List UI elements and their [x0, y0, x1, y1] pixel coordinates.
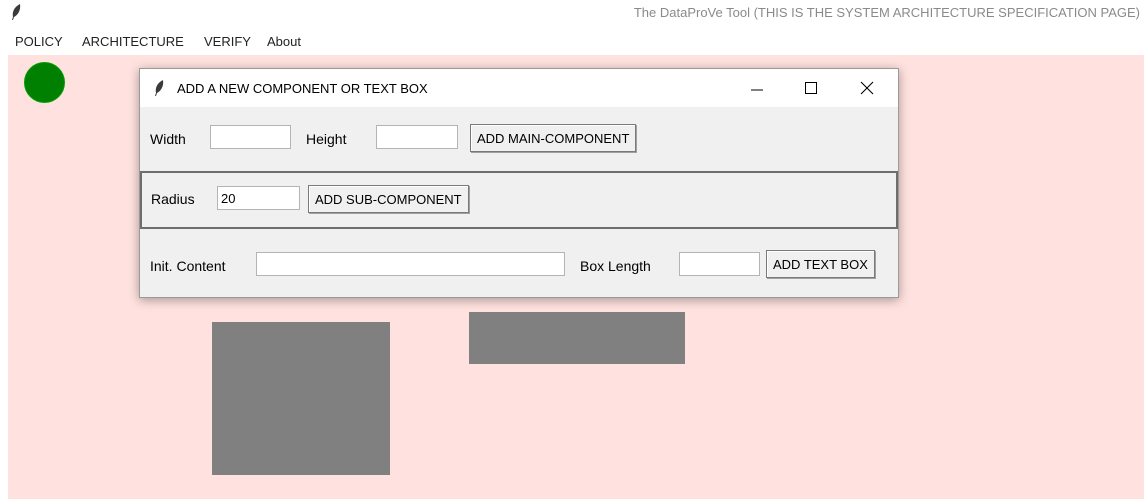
text-box-row: Init. Content Box Length ADD TEXT BOX — [140, 234, 898, 294]
radius-input[interactable] — [217, 186, 300, 210]
menu-policy[interactable]: POLICY — [15, 34, 63, 49]
add-sub-component-button[interactable]: ADD SUB-COMPONENT — [308, 185, 469, 213]
feather-icon — [155, 80, 164, 96]
width-input[interactable] — [210, 125, 291, 149]
maximize-button[interactable] — [788, 69, 834, 107]
app-titlebar: The DataProVe Tool (THIS IS THE SYSTEM A… — [0, 0, 1144, 30]
box-length-input[interactable] — [679, 252, 760, 276]
feather-icon — [12, 4, 21, 20]
main-component-box[interactable] — [212, 322, 390, 475]
minimize-icon — [751, 89, 763, 91]
add-component-dialog: ADD A NEW COMPONENT OR TEXT BOX Width He… — [139, 68, 899, 298]
minimize-button[interactable] — [734, 69, 780, 107]
height-label: Height — [306, 131, 347, 147]
init-content-label: Init. Content — [150, 258, 226, 274]
width-label: Width — [150, 131, 186, 147]
close-button[interactable] — [844, 69, 890, 107]
dialog-title: ADD A NEW COMPONENT OR TEXT BOX — [177, 81, 428, 96]
height-input[interactable] — [376, 125, 458, 149]
menu-verify[interactable]: VERIFY — [204, 34, 251, 49]
init-content-input[interactable] — [256, 252, 565, 276]
sub-component-row: Radius ADD SUB-COMPONENT — [140, 171, 898, 229]
app-title: The DataProVe Tool (THIS IS THE SYSTEM A… — [633, 5, 1140, 20]
dialog-titlebar[interactable]: ADD A NEW COMPONENT OR TEXT BOX — [140, 69, 898, 107]
close-icon — [860, 81, 874, 95]
add-text-box-button[interactable]: ADD TEXT BOX — [766, 250, 875, 278]
box-length-label: Box Length — [580, 258, 651, 274]
maximize-icon — [805, 82, 817, 94]
menu-architecture[interactable]: ARCHITECTURE — [82, 34, 184, 49]
menubar: POLICY ARCHITECTURE VERIFY About — [0, 31, 1144, 53]
add-main-component-button[interactable]: ADD MAIN-COMPONENT — [470, 124, 637, 152]
menu-about[interactable]: About — [267, 34, 301, 49]
main-component-row: Width Height ADD MAIN-COMPONENT — [140, 111, 898, 169]
main-component-box[interactable] — [469, 312, 685, 364]
sub-component-circle[interactable] — [24, 62, 65, 103]
radius-label: Radius — [151, 191, 195, 207]
